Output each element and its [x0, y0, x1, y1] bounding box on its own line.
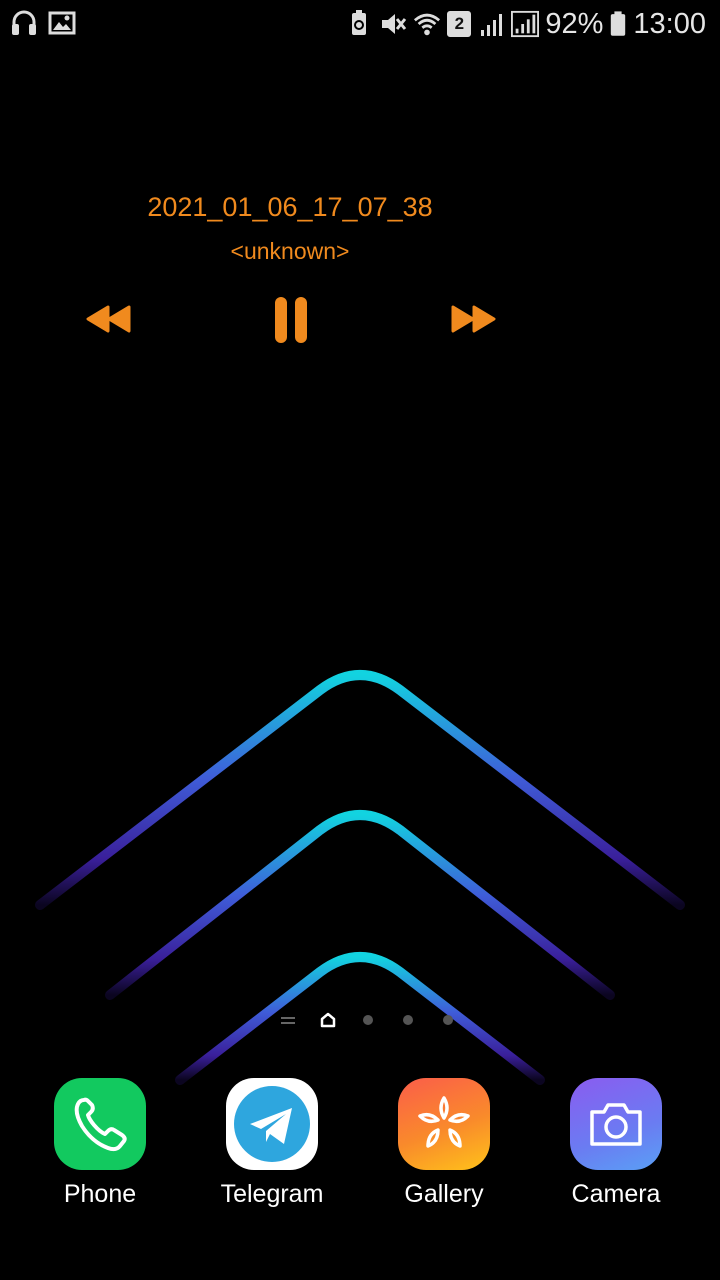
page-indicator	[268, 1008, 468, 1032]
rewind-icon	[86, 305, 131, 333]
battery-icon	[611, 11, 626, 36]
page-indicator-menu[interactable]	[268, 1008, 308, 1032]
battery-saver-icon	[352, 10, 367, 35]
app-phone[interactable]: Phone	[14, 1078, 186, 1209]
rewind-button[interactable]	[86, 304, 132, 337]
status-bar: 2 92% 13:00	[0, 0, 720, 50]
page-dot	[363, 1015, 373, 1025]
menu-lines-icon	[281, 1017, 295, 1024]
mute-icon	[382, 14, 407, 34]
wallpaper-chevron-top	[35, 670, 685, 910]
fast-forward-button[interactable]	[450, 304, 496, 337]
app-label: Phone	[63, 1180, 137, 1208]
headphones-icon	[12, 10, 36, 35]
gallery-icon	[398, 1078, 490, 1170]
track-artist: <unknown>	[230, 238, 350, 264]
wifi-icon	[414, 13, 441, 36]
track-title: 2021_01_06_17_07_38	[147, 192, 433, 222]
status-left-icons	[10, 8, 76, 38]
app-dock: Phone Telegram Gallery Camera	[0, 1078, 720, 1228]
image-icon	[48, 11, 76, 35]
page-indicator-dot[interactable]	[428, 1008, 468, 1032]
page-indicator-home[interactable]	[308, 1008, 348, 1032]
music-widget[interactable]: 2021_01_06_17_07_38 <unknown>	[60, 180, 520, 360]
sim2-icon: 2	[447, 11, 472, 37]
pause-button[interactable]	[274, 296, 308, 347]
app-label: Telegram	[220, 1180, 324, 1208]
pause-icon	[275, 297, 307, 343]
clock: 13:00	[633, 8, 706, 40]
fast-forward-icon	[451, 305, 496, 333]
app-gallery[interactable]: Gallery	[358, 1078, 530, 1209]
page-indicator-dot[interactable]	[348, 1008, 388, 1032]
page-dot	[443, 1015, 453, 1025]
status-right-icons: 2 92% 13:00	[345, 6, 706, 42]
home-icon	[320, 1012, 336, 1028]
signal-icon	[481, 14, 503, 36]
app-telegram[interactable]: Telegram	[186, 1078, 358, 1209]
telegram-icon	[226, 1078, 318, 1170]
camera-icon	[570, 1078, 662, 1170]
wallpaper-chevron-middle	[105, 810, 615, 1000]
page-indicator-dot[interactable]	[388, 1008, 428, 1032]
app-label: Camera	[571, 1180, 661, 1208]
signal-icon	[511, 10, 540, 38]
battery-percent: 92%	[545, 8, 604, 40]
page-dot	[403, 1015, 413, 1025]
app-camera[interactable]: Camera	[530, 1078, 702, 1209]
app-label: Gallery	[404, 1180, 484, 1208]
phone-icon	[54, 1078, 146, 1170]
